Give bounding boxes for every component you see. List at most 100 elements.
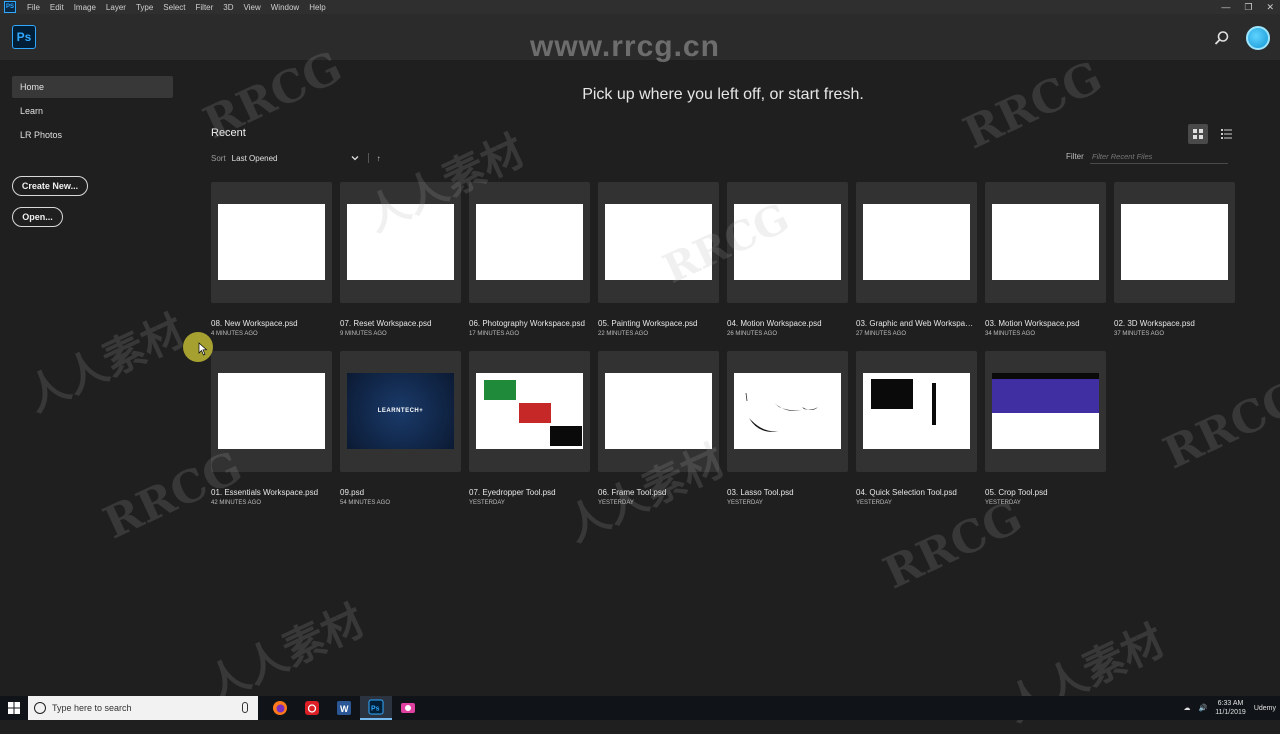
menu-help[interactable]: Help — [304, 3, 330, 12]
file-thumbnail[interactable] — [985, 182, 1106, 303]
photoshop-logo[interactable]: Ps — [12, 25, 36, 49]
menu-window[interactable]: Window — [266, 3, 304, 12]
file-thumbnail[interactable] — [598, 182, 719, 303]
file-card[interactable]: 05. Crop Tool.psd YESTERDAY — [985, 351, 1106, 506]
camera-icon[interactable] — [392, 696, 424, 720]
word-icon[interactable]: W — [328, 696, 360, 720]
windows-start-button[interactable] — [0, 696, 28, 720]
file-thumbnail[interactable] — [727, 351, 848, 472]
sidebar-item-lr-photos[interactable]: LR Photos — [12, 124, 173, 146]
photoshop-app-icon: PS — [4, 1, 16, 13]
file-card[interactable]: 03. Lasso Tool.psd YESTERDAY — [727, 351, 848, 506]
file-time: 27 MINUTES AGO — [856, 331, 907, 337]
microphone-icon[interactable] — [242, 702, 248, 713]
page-tagline: Pick up where you left off, or start fre… — [582, 86, 864, 103]
file-thumbnail[interactable] — [1114, 182, 1235, 303]
file-card[interactable]: LEARNTECH+ 09.psd 54 MINUTES AGO — [340, 351, 461, 506]
file-time: 17 MINUTES AGO — [469, 331, 520, 337]
file-card[interactable]: 03. Graphic and Web Workspace.psd 27 MIN… — [856, 182, 977, 337]
file-card[interactable]: 05. Painting Workspace.psd 22 MINUTES AG… — [598, 182, 719, 337]
file-card[interactable]: 07. Reset Workspace.psd 9 MINUTES AGO — [340, 182, 461, 337]
file-card[interactable]: 04. Quick Selection Tool.psd YESTERDAY — [856, 351, 977, 506]
thumbnail-image — [992, 204, 1099, 280]
file-card[interactable]: 03. Motion Workspace.psd 34 MINUTES AGO — [985, 182, 1106, 337]
thumbnail-image — [347, 204, 454, 280]
thumbnail-image — [1121, 204, 1228, 280]
file-card[interactable]: 07. Eyedropper Tool.psd YESTERDAY — [469, 351, 590, 506]
black-bar — [932, 383, 936, 425]
network-icon[interactable]: ☁ — [1183, 704, 1190, 712]
red-swatch — [519, 403, 551, 423]
volume-icon[interactable]: 🔊 — [1198, 704, 1207, 712]
file-name: 04. Motion Workspace.psd — [727, 319, 822, 328]
chevron-down-icon[interactable] — [350, 153, 360, 163]
sort-direction-button[interactable]: ↑ — [377, 154, 381, 163]
file-card[interactable]: 04. Motion Workspace.psd 26 MINUTES AGO — [727, 182, 848, 337]
menu-edit[interactable]: Edit — [45, 3, 69, 12]
file-thumbnail[interactable] — [727, 182, 848, 303]
watermark: RRCG — [876, 491, 1030, 600]
photoshop-icon[interactable]: Ps — [360, 696, 392, 720]
menu-bar: PS File Edit Image Layer Type Select Fil… — [0, 0, 1280, 14]
sidebar: Home Learn LR Photos Create New... Open.… — [0, 60, 190, 696]
firefox-icon[interactable] — [264, 696, 296, 720]
file-card[interactable]: 06. Photography Workspace.psd 17 MINUTES… — [469, 182, 590, 337]
file-card[interactable]: 08. New Workspace.psd 4 MINUTES AGO — [211, 182, 332, 337]
user-avatar[interactable] — [1246, 26, 1270, 50]
sort-divider — [367, 153, 369, 163]
file-thumbnail[interactable] — [211, 351, 332, 472]
thumbnail-image — [734, 373, 841, 449]
file-name: 02. 3D Workspace.psd — [1114, 319, 1195, 328]
tray-label: Udemy — [1253, 704, 1276, 712]
file-card[interactable]: 06. Frame Tool.psd YESTERDAY — [598, 351, 719, 506]
green-swatch — [484, 380, 516, 400]
file-card[interactable]: 02. 3D Workspace.psd 37 MINUTES AGO — [1114, 182, 1235, 337]
menu-image[interactable]: Image — [69, 3, 101, 12]
taskbar-search-input[interactable]: Type here to search — [28, 696, 258, 720]
file-time: YESTERDAY — [856, 500, 892, 506]
list-view-button[interactable] — [1216, 124, 1236, 144]
menu-file[interactable]: File — [22, 3, 45, 12]
thumbnail-image — [863, 373, 970, 449]
file-time: 4 MINUTES AGO — [211, 331, 258, 337]
recent-heading: Recent — [211, 127, 246, 139]
firefox-glyph — [273, 701, 287, 715]
filter-input[interactable]: Filter Recent Files — [1090, 150, 1228, 164]
minimize-icon[interactable]: — — [1221, 2, 1230, 12]
menu-3d[interactable]: 3D — [218, 3, 238, 12]
restore-icon[interactable]: ❐ — [1244, 2, 1252, 13]
menu-type[interactable]: Type — [131, 3, 158, 12]
file-thumbnail[interactable] — [469, 351, 590, 472]
file-thumbnail[interactable] — [340, 182, 461, 303]
cortana-icon — [34, 702, 46, 714]
file-thumbnail[interactable] — [856, 351, 977, 472]
file-thumbnail[interactable]: LEARNTECH+ — [340, 351, 461, 472]
creative-cloud-icon[interactable] — [296, 696, 328, 720]
create-new-button[interactable]: Create New... — [12, 176, 88, 196]
open-button[interactable]: Open... — [12, 207, 63, 227]
menu-select[interactable]: Select — [158, 3, 190, 12]
menu-filter[interactable]: Filter — [191, 3, 219, 12]
file-time: 54 MINUTES AGO — [340, 500, 391, 506]
search-icon[interactable] — [1214, 30, 1230, 46]
file-name: 05. Painting Workspace.psd — [598, 319, 698, 328]
grid-view-button[interactable] — [1188, 124, 1208, 144]
filter-label: Filter — [1066, 152, 1084, 161]
file-time: 34 MINUTES AGO — [985, 331, 1036, 337]
close-icon[interactable]: ✕ — [1266, 2, 1274, 13]
menu-layer[interactable]: Layer — [101, 3, 131, 12]
file-thumbnail[interactable] — [211, 182, 332, 303]
black-rect — [871, 379, 913, 409]
file-thumbnail[interactable] — [985, 351, 1106, 472]
menu-view[interactable]: View — [239, 3, 266, 12]
file-thumbnail[interactable] — [469, 182, 590, 303]
file-time: 37 MINUTES AGO — [1114, 331, 1165, 337]
file-name: 03. Graphic and Web Workspace.psd — [856, 319, 974, 328]
file-time: YESTERDAY — [727, 500, 763, 506]
taskbar-clock[interactable]: 6:33 AM 11/1/2019 — [1215, 699, 1246, 717]
file-thumbnail[interactable] — [856, 182, 977, 303]
file-name: 03. Motion Workspace.psd — [985, 319, 1080, 328]
file-thumbnail[interactable] — [598, 351, 719, 472]
sort-dropdown[interactable]: Last Opened — [232, 154, 350, 163]
file-card[interactable]: 01. Essentials Workspace.psd 42 MINUTES … — [211, 351, 332, 506]
